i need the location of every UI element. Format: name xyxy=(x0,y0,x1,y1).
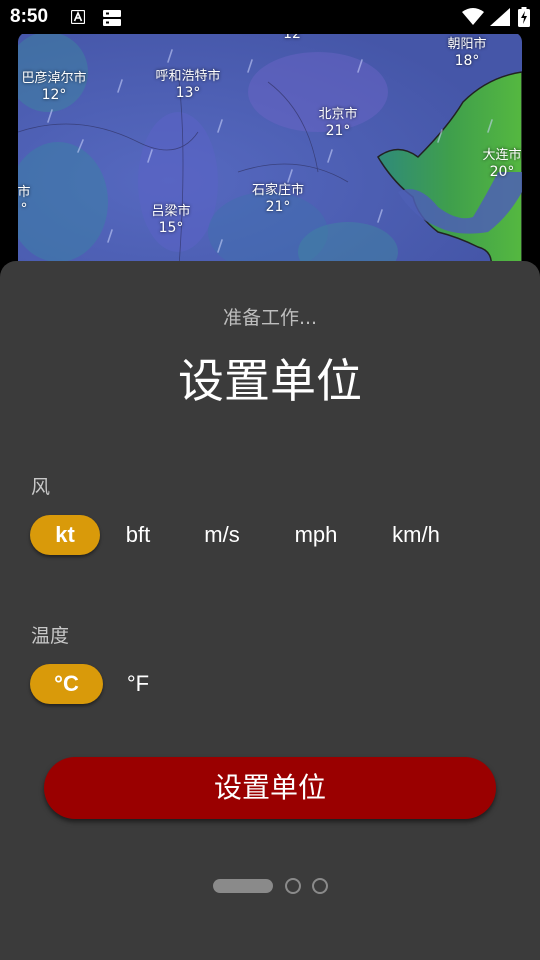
city-label: 巴彦淖尔市 12° xyxy=(21,70,86,104)
city-name: 吕梁市 xyxy=(151,204,191,219)
temp-unit-fahrenheit[interactable]: °F xyxy=(114,664,162,704)
city-label: 石家庄市 21° xyxy=(252,182,304,216)
preparing-subtitle: 准备工作... xyxy=(222,307,318,329)
wind-unit-bft[interactable]: bft xyxy=(110,515,166,555)
wind-unit-kmh[interactable]: km/h xyxy=(374,515,458,555)
city-label: 大连市 20° xyxy=(482,147,521,181)
status-bar: 8:50 xyxy=(0,0,540,34)
pager-dot xyxy=(312,878,328,894)
city-name: 朝阳市 xyxy=(447,37,487,52)
city-temp: ° xyxy=(20,201,28,217)
city-temp: 13° xyxy=(175,85,201,101)
city-label: 吕梁市 15° xyxy=(151,203,190,237)
temperature-section-label: 温度 xyxy=(31,625,70,647)
units-setup-sheet: 准备工作... 设置单位 风 kt bft m/s mph km/h 温度 °C… xyxy=(0,261,540,960)
pager-dot-active xyxy=(213,879,273,893)
wind-unit-kt[interactable]: kt xyxy=(30,515,100,555)
city-temp: 12° xyxy=(41,87,67,103)
city-temp: 21° xyxy=(325,123,351,139)
city-name: 北京市 xyxy=(318,107,358,122)
set-units-button[interactable]: 设置单位 xyxy=(44,757,496,819)
temp-unit-celsius[interactable]: °C xyxy=(30,664,103,704)
city-temp: 18° xyxy=(454,53,480,69)
wifi-icon xyxy=(462,8,484,25)
wind-unit-ms[interactable]: m/s xyxy=(186,515,258,555)
city-label: 朝阳市 18° xyxy=(447,36,486,70)
wind-section-label: 风 xyxy=(31,476,51,498)
city-name: 巴彦淖尔市 xyxy=(21,71,87,86)
city-name: 石家庄市 xyxy=(251,183,305,198)
city-temp: 21° xyxy=(265,199,291,215)
pager-dot xyxy=(285,878,301,894)
screen: 8:50 巴彦淖尔市 12° 呼和浩特市 13° 朝阳市 18° 北京市 21°… xyxy=(0,0,540,960)
page-title: 设置单位 xyxy=(178,354,362,408)
battery-charging-icon xyxy=(518,7,530,27)
city-temp: 20° xyxy=(489,164,515,180)
city-temp: 15° xyxy=(158,220,184,236)
a-notification-icon xyxy=(71,10,85,24)
wind-unit-mph[interactable]: mph xyxy=(278,515,354,555)
city-label: 呼和浩特市 13° xyxy=(155,68,220,102)
signal-icon xyxy=(490,8,510,26)
city-name: 大连市 xyxy=(482,148,522,163)
city-name: 市 xyxy=(18,185,31,200)
city-label: 北京市 21° xyxy=(318,106,357,140)
weather-map[interactable]: 巴彦淖尔市 12° 呼和浩特市 13° 朝阳市 18° 北京市 21° 大连市 … xyxy=(18,32,522,280)
wind-map-background xyxy=(18,32,522,280)
status-time: 8:50 xyxy=(10,6,49,27)
sim-card-icon xyxy=(103,10,121,26)
city-name: 呼和浩特市 xyxy=(155,69,221,84)
city-label: 市 ° xyxy=(18,184,31,218)
